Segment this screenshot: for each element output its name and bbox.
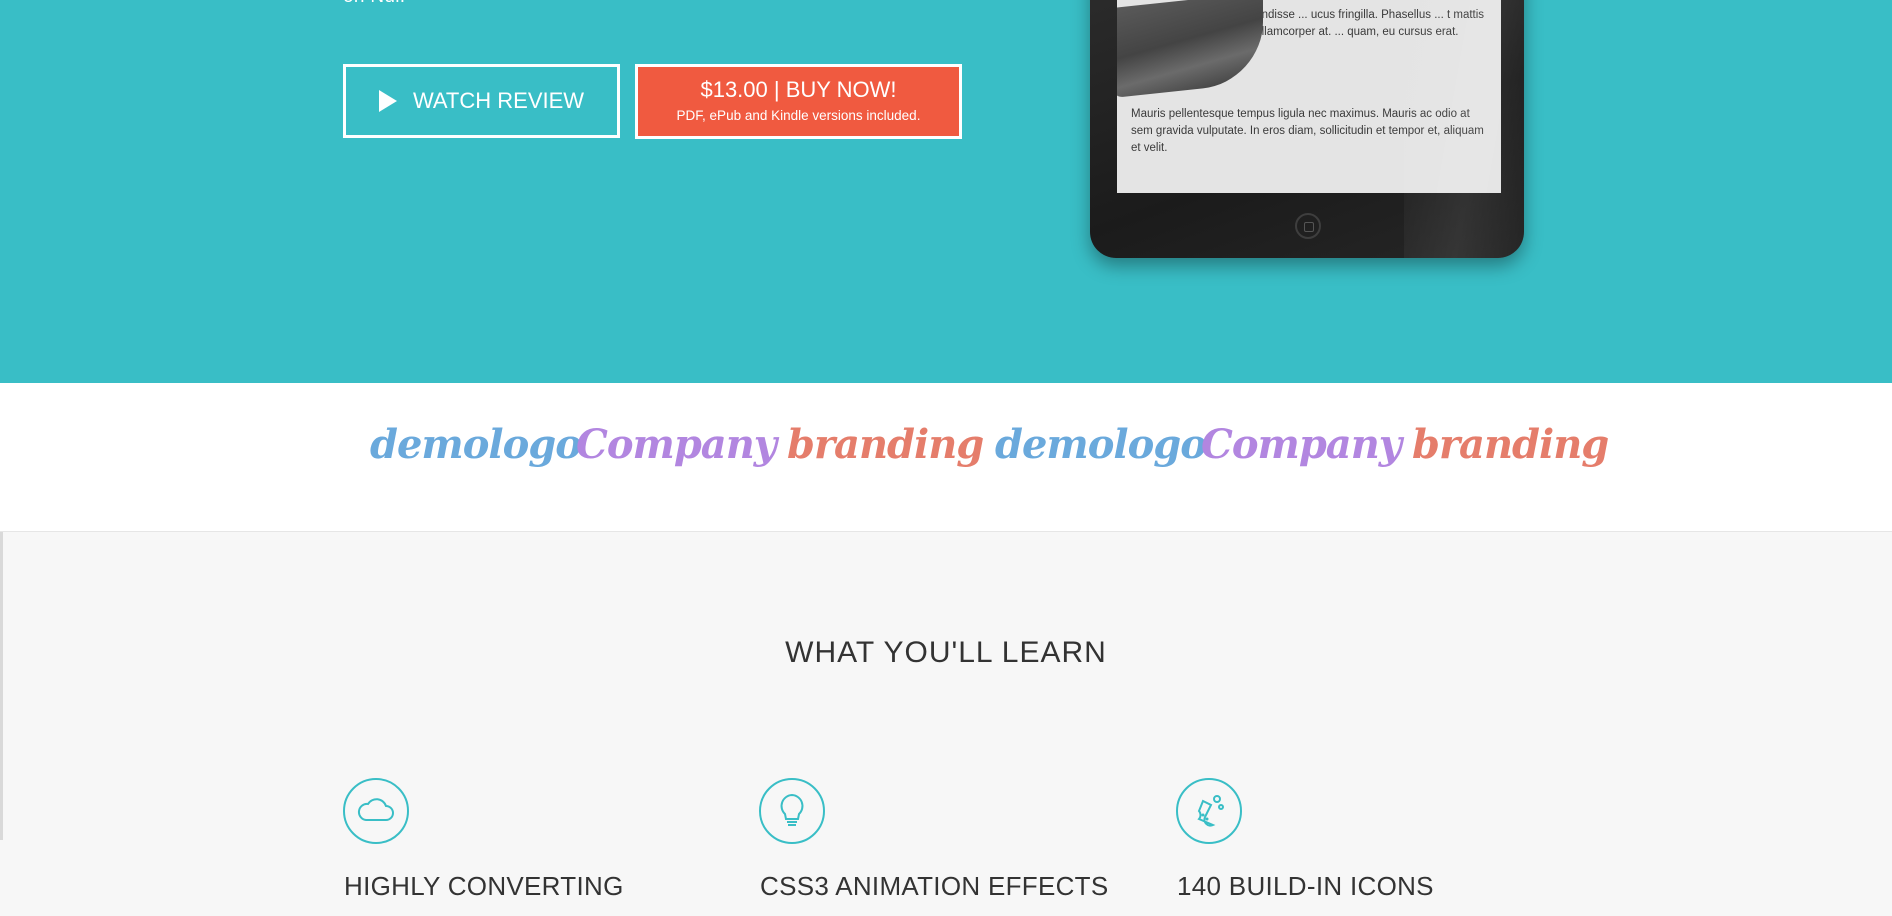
hero-text-fragment: on Nul.: [343, 0, 405, 8]
client-logo: Company: [1201, 421, 1402, 468]
hero-section: on Nul. WATCH REVIEW $13.00 | BUY NOW! P…: [0, 0, 1892, 383]
tablet-cloth-overlay: [1117, 0, 1263, 98]
buy-now-label: $13.00 | BUY NOW!: [700, 77, 897, 102]
client-logos-strip: demologo Company branding demologo Compa…: [0, 383, 1892, 532]
client-logo: demologo: [370, 421, 582, 468]
watch-review-button[interactable]: WATCH REVIEW: [343, 64, 620, 138]
feature-title: CSS3 ANIMATION EFFECTS: [760, 871, 1109, 901]
buy-now-subtext: PDF, ePub and Kindle versions included.: [676, 108, 921, 123]
cloud-icon: [343, 778, 409, 844]
lightbulb-icon: [759, 778, 825, 844]
tablet-screen-text-bottom: Mauris pellentesque tempus ligula nec ma…: [1131, 108, 1484, 154]
tablet-mockup: Suspendisse ... ucus fringilla. Phasellu…: [1090, 0, 1524, 258]
client-logo: demologo: [995, 421, 1207, 468]
buy-now-button[interactable]: $13.00 | BUY NOW! PDF, ePub and Kindle v…: [635, 64, 962, 139]
client-logo: branding: [1412, 421, 1609, 468]
client-logo: branding: [787, 421, 984, 468]
client-logo: Company: [576, 421, 777, 468]
learn-section-title: WHAT YOU'LL LEARN: [785, 636, 1107, 669]
tablet-home-button: [1295, 213, 1321, 239]
feature-title: HIGHLY CONVERTING: [344, 871, 624, 901]
tablet-screen: Suspendisse ... ucus fringilla. Phasellu…: [1117, 0, 1501, 193]
flask-icon: [1176, 778, 1242, 844]
tablet-screen-text-top: Suspendisse ... ucus fringilla. Phasellu…: [1229, 9, 1485, 38]
play-icon: [378, 90, 397, 112]
watch-review-label: WATCH REVIEW: [412, 88, 585, 113]
feature-title: 140 BUILD-IN ICONS: [1177, 871, 1434, 901]
